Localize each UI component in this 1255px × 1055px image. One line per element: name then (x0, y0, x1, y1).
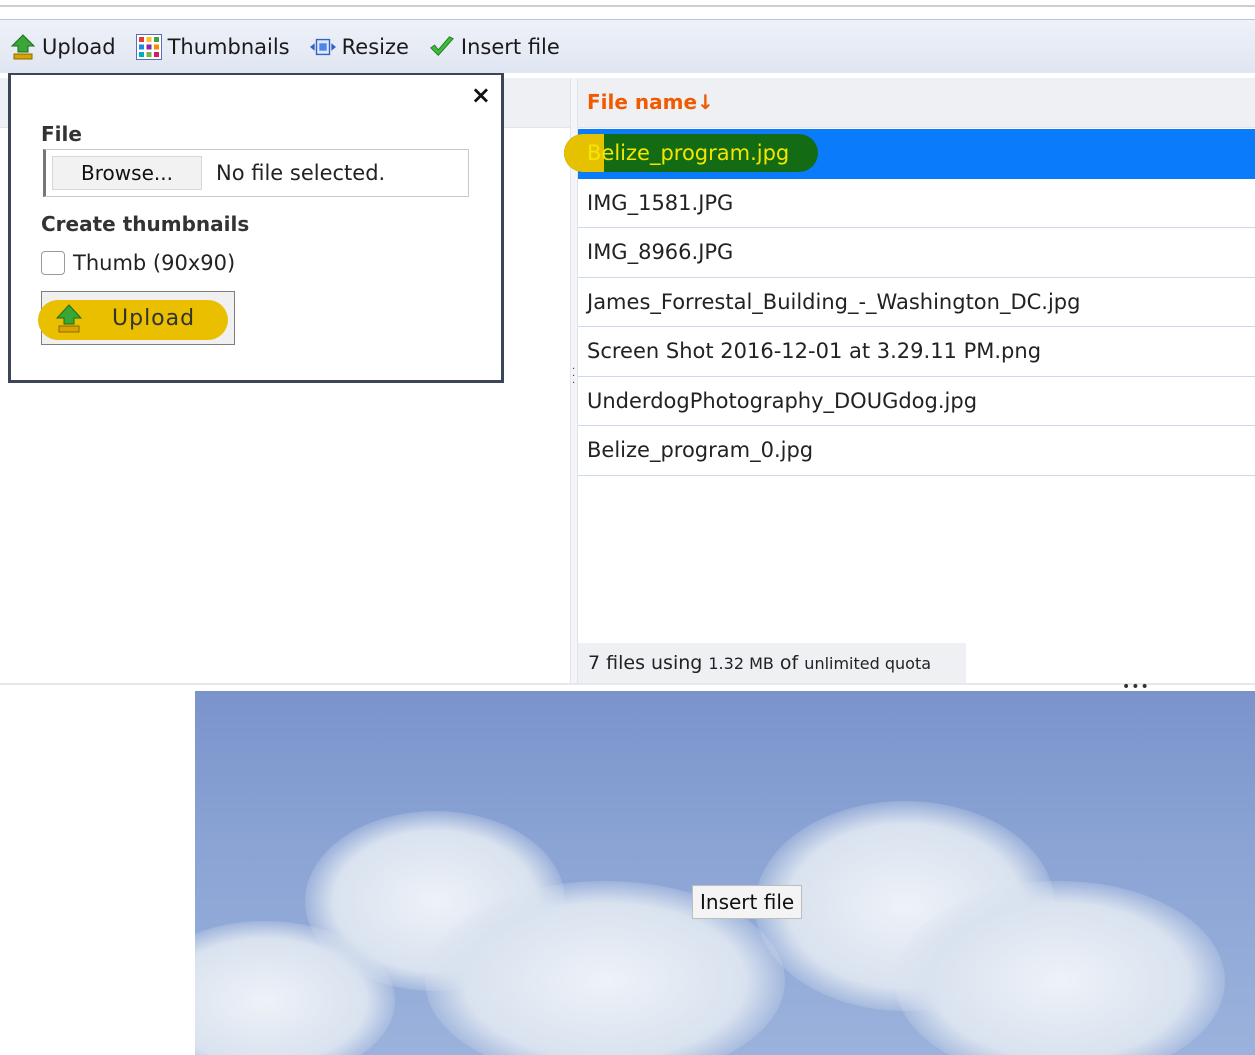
file-row[interactable]: Belize_program_0.jpg (578, 426, 1255, 476)
file-row[interactable]: Screen Shot 2016-12-01 at 3.29.11 PM.png (578, 327, 1255, 377)
create-thumbnails-label: Create thumbnails (41, 212, 250, 236)
resize-tool-button[interactable]: Resize (309, 34, 409, 60)
file-row[interactable]: James_Forrestal_Building_-_Washington_DC… (578, 278, 1255, 327)
file-name-column-header[interactable]: File name↓ (578, 78, 1255, 128)
file-row-selected[interactable]: Belize_program.jpg (564, 129, 1255, 179)
top-border (0, 5, 1255, 7)
file-list-pane: File name↓ Belize_program.jpg IMG_1581.J… (564, 78, 1255, 683)
upload-icon (55, 304, 83, 334)
file-count-text: 7 files using (588, 652, 703, 674)
thumb-option-label: Thumb (90x90) (73, 251, 236, 275)
file-name: Screen Shot 2016-12-01 at 3.29.11 PM.png (587, 339, 1042, 364)
close-icon[interactable]: × (471, 83, 491, 107)
file-name: Belize_program.jpg (587, 141, 790, 166)
image-preview (195, 691, 1255, 1055)
browse-button[interactable]: Browse... (52, 156, 202, 190)
upload-dialog: × File Browse... No file selected. Creat… (8, 73, 504, 383)
file-row[interactable]: IMG_1581.JPG (578, 179, 1255, 228)
file-name: IMG_8966.JPG (587, 240, 734, 265)
file-name: Belize_program_0.jpg (587, 438, 814, 463)
resize-icon (309, 34, 336, 60)
file-row[interactable]: UnderdogPhotography_DOUGdog.jpg (578, 377, 1255, 426)
file-name: IMG_1581.JPG (587, 190, 734, 215)
resize-tool-label: Resize (341, 34, 409, 59)
thumbnails-tool-button[interactable]: Thumbnails (135, 33, 290, 60)
used-size: 1.32 MB (708, 653, 774, 673)
no-file-selected-text: No file selected. (216, 161, 386, 185)
file-list: Belize_program.jpg IMG_1581.JPG IMG_8966… (564, 129, 1255, 476)
insert-file-tool-label: Insert file (460, 34, 560, 59)
quota-text: unlimited quota (804, 653, 932, 673)
thumbnails-grid-icon (135, 33, 162, 60)
file-label: File (41, 122, 82, 146)
upload-button-label: Upload (112, 306, 196, 331)
file-name: James_Forrestal_Building_-_Washington_DC… (587, 289, 1081, 314)
insert-file-tool-button[interactable]: Insert file (429, 34, 560, 60)
upload-tool-button[interactable]: Upload (10, 33, 116, 60)
file-row[interactable]: IMG_8966.JPG (578, 228, 1255, 278)
thumb-option[interactable]: Thumb (90x90) (41, 251, 235, 275)
thumbnails-tool-label: Thumbnails (167, 34, 290, 59)
file-name-column-label: File name↓ (587, 90, 714, 114)
of-text: of (779, 652, 799, 674)
upload-icon (10, 33, 36, 60)
file-input[interactable]: Browse... No file selected. (43, 149, 469, 197)
file-name: UnderdogPhotography_DOUGdog.jpg (587, 388, 978, 413)
upload-button[interactable]: Upload (38, 291, 235, 345)
upload-tool-label: Upload (42, 34, 116, 59)
insert-file-tooltip: Insert file (692, 885, 803, 919)
checkmark-icon (429, 34, 455, 60)
toolbar: Upload Thumbnails Resize Insert file (0, 19, 1255, 73)
splitter-grip-icon: · · · (572, 364, 576, 389)
thumb-checkbox[interactable] (41, 251, 65, 275)
quota-status-bar: 7 files using 1.32 MB of unlimited quota (578, 643, 966, 683)
